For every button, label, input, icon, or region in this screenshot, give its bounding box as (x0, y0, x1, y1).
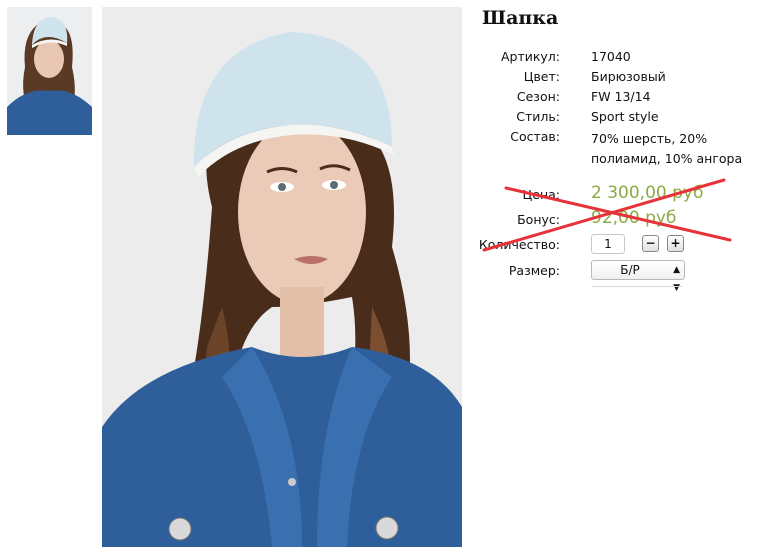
bonus-label: Бонус: (517, 212, 560, 227)
size-row: Размер: Б/Р ▲ ▼ (472, 260, 772, 293)
quantity-row: Количество: 1 − + (472, 234, 772, 261)
attr-season-row: Сезон: FW 13/14 (472, 87, 772, 107)
attr-composition-row: Состав: 70% шерсть, 20% полиамид, 10% ан… (472, 127, 772, 185)
attr-value: 70% шерсть, 20% полиамид, 10% ангора (591, 131, 743, 166)
thumbnail-image (7, 7, 92, 135)
model-photo (102, 7, 462, 547)
price-row: Цена: 2 300,00 руб (472, 183, 772, 210)
product-thumbnail[interactable] (7, 7, 92, 135)
attr-color-row: Цвет: Бирюзовый (472, 67, 772, 87)
price-value: 2 300,00 руб (591, 183, 704, 203)
price-label: Цена: (522, 187, 560, 202)
attr-article-row: Артикул: 17040 (472, 47, 772, 67)
attr-style-row: Стиль: Sport style (472, 107, 772, 127)
product-title: Шапка (482, 7, 559, 29)
attr-value: Sport style (591, 109, 659, 124)
product-main-image (102, 7, 462, 547)
quantity-decrease-button[interactable]: − (642, 235, 659, 252)
attr-value: 17040 (591, 49, 631, 64)
quantity-increase-button[interactable]: + (667, 235, 684, 252)
quantity-input[interactable]: 1 (591, 234, 625, 254)
select-arrows-icon: ▲ ▼ (673, 265, 680, 293)
size-selected-value: Б/Р (620, 263, 640, 277)
bonus-value: 92,00 руб (591, 208, 677, 228)
attr-label: Состав: (510, 129, 560, 144)
divider (592, 286, 682, 287)
attr-value: FW 13/14 (591, 89, 651, 104)
bonus-row: Бонус: 92,00 руб (472, 208, 772, 235)
attr-label: Артикул: (500, 49, 560, 64)
attr-label: Стиль: (516, 109, 560, 124)
attr-label: Цвет: (523, 69, 560, 84)
product-attributes: Артикул: 17040 Цвет: Бирюзовый Сезон: FW… (472, 47, 772, 293)
quantity-label: Количество: (478, 237, 560, 252)
attr-value: Бирюзовый (591, 69, 666, 84)
size-label: Размер: (508, 263, 560, 278)
attr-label: Сезон: (516, 89, 560, 104)
size-select[interactable]: Б/Р ▲ ▼ (591, 260, 685, 293)
